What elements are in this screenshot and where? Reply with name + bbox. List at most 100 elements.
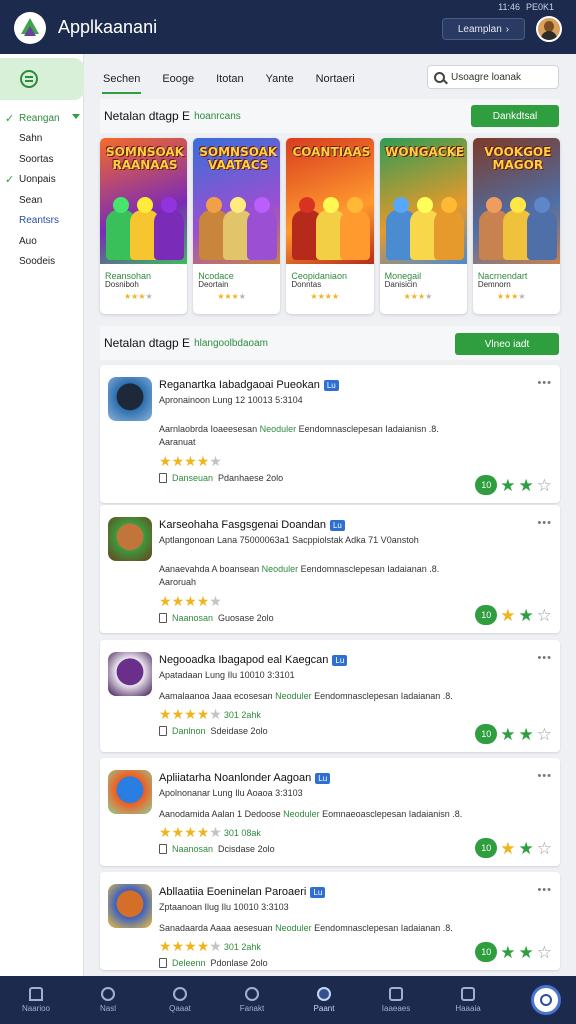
star-icon: ★ <box>425 292 433 301</box>
game-card[interactable]: COANTIAAS Ceopidaniaon Donntas ★★★★ <box>286 138 374 314</box>
tab-3[interactable]: Itotan <box>205 60 255 98</box>
install-button[interactable]: 10 <box>475 942 498 962</box>
favorite-star-icon[interactable]: ★ <box>519 944 534 961</box>
game-card[interactable]: SOMNSOAK RAANAAS Reansohan Dosniboh ★★★★ <box>100 138 188 314</box>
nav-item-7[interactable]: Haaaia <box>432 976 504 1024</box>
favorite-star-icon[interactable]: ☆ <box>537 840 552 857</box>
nav-item-6[interactable]: Iaaeaes <box>360 976 432 1024</box>
favorite-star-icon[interactable]: ★ <box>500 840 515 857</box>
search-icon <box>540 994 552 1006</box>
favorite-star-icon[interactable]: ☆ <box>537 944 552 961</box>
game-card[interactable]: SOMNSOAK VAATACS Ncodace Deortain ★★★★ <box>193 138 281 314</box>
search-icon <box>434 71 445 83</box>
app-list-item[interactable]: Abllaatiia Eoeninelan Paroaeri Lu ••• Zptaa… <box>100 872 560 970</box>
app-list-item[interactable]: Negooadka Ibagapod eal Kaegcan Lu ••• Apata… <box>100 640 560 752</box>
app-list-item[interactable]: Apliiatarha Noanlonder Aagoan Lu ••• Apolno… <box>100 758 560 866</box>
favorite-star-icon[interactable]: ★ <box>500 607 515 624</box>
favorite-star-icon[interactable]: ★ <box>500 477 515 494</box>
star-icon: ★ <box>159 938 172 954</box>
app-actions: 10 ★ ★ ☆ <box>475 724 552 744</box>
more-options-icon[interactable]: ••• <box>537 652 552 664</box>
nav-item-5[interactable]: Paant <box>288 976 360 1024</box>
star-icon: ★ <box>209 938 222 954</box>
game-character <box>247 210 278 260</box>
nav-item-3[interactable]: Qaaat <box>144 976 216 1024</box>
search-fab[interactable] <box>531 985 561 1015</box>
favorite-star-icon[interactable]: ☆ <box>537 607 552 624</box>
status-time: 11:46 <box>498 2 520 12</box>
sidebar-item-3[interactable]: Soortas <box>0 149 84 170</box>
app-list-item[interactable]: Karseohaha Fasgsgenai Doandan Lu ••• Aptlan… <box>100 505 560 633</box>
app-name-text: Abllaatiia Eoeninelan Paroaeri <box>159 886 307 898</box>
nav-item-4[interactable]: Fanakt <box>216 976 288 1024</box>
search-input[interactable] <box>451 71 551 83</box>
tab-4[interactable]: Yante <box>255 60 305 98</box>
search-box <box>427 65 559 89</box>
more-options-icon[interactable]: ••• <box>537 377 552 389</box>
install-button[interactable]: 10 <box>475 605 498 625</box>
favorite-star-icon[interactable]: ☆ <box>537 726 552 743</box>
sidebar-item-8[interactable]: Soodeis <box>0 252 84 273</box>
favorite-star-icon[interactable]: ★ <box>500 726 515 743</box>
sidebar-item-2[interactable]: Sahn <box>0 129 84 150</box>
avatar[interactable] <box>536 16 562 42</box>
favorite-star-icon[interactable]: ★ <box>519 607 534 624</box>
tab-1[interactable]: Sechen <box>92 60 151 98</box>
game-subtitle: Demnorn <box>477 280 511 289</box>
nav-item-2[interactable]: Nasl <box>72 976 144 1024</box>
sidebar-item-1[interactable]: ✓ Reangan <box>0 108 84 129</box>
home-icon <box>29 987 43 1001</box>
game-cover-image: VOOKGOE MAGOR <box>472 138 561 264</box>
game-subtitle: Dosniboh <box>105 280 139 289</box>
sidebar: ✓ Reangan Sahn Soortas ✓ Uonpais Sean Rean… <box>0 54 84 976</box>
install-button[interactable]: 10 <box>475 475 498 495</box>
nav-item-1[interactable]: Naarioo <box>0 976 72 1024</box>
sidebar-item-6[interactable]: Reantsrs <box>0 211 84 232</box>
app-description-text: Aanodamida Aalan 1 Dedoose <box>159 809 281 819</box>
more-options-icon[interactable]: ••• <box>537 770 552 782</box>
app-icon <box>108 884 152 928</box>
app-name-text: Apliiatarha Noanlonder Aagoan <box>159 772 312 784</box>
app-description: Aanodamida Aalan 1 Dedoose Neoduler Eomn… <box>159 808 509 821</box>
nav-label: Nasl <box>99 1004 116 1013</box>
app-list-item[interactable]: Reganartka Iabadgaoai Pueokan Lu ••• Aprona… <box>100 365 560 503</box>
tab-5[interactable]: Nortaeri <box>305 60 366 98</box>
developer-info: Guosase 2olo <box>218 613 274 623</box>
more-options-icon[interactable]: ••• <box>537 517 552 529</box>
favorite-star-icon[interactable]: ★ <box>519 840 534 857</box>
game-character <box>433 210 464 260</box>
account-button[interactable]: Leamplan › <box>442 18 525 40</box>
app-title: Applkaanani <box>58 17 158 37</box>
star-icon: ★ <box>159 593 172 609</box>
app-logo-icon[interactable] <box>14 12 46 44</box>
sidebar-list: ✓ Reangan Sahn Soortas ✓ Uonpais Sean Rean… <box>0 108 84 272</box>
app-badge: Lu <box>329 519 345 531</box>
bookmark-icon <box>245 987 259 1001</box>
install-button[interactable]: 10 <box>475 724 498 744</box>
game-character <box>154 210 184 260</box>
chevron-down-icon: › <box>505 23 510 35</box>
game-character <box>340 210 371 260</box>
sidebar-item-7[interactable]: Auo <box>0 231 84 252</box>
game-card[interactable]: WONGACKE Monegail Danisicin ★★★★ <box>379 138 467 314</box>
favorite-star-icon[interactable]: ★ <box>500 944 515 961</box>
menu-button[interactable] <box>0 58 84 100</box>
featured-action-button[interactable]: Dankdtsal <box>471 105 559 127</box>
install-button[interactable]: 10 <box>475 838 498 858</box>
document-icon <box>159 473 167 483</box>
star-icon: ★ <box>224 292 232 301</box>
nav-label: Paant <box>313 1004 335 1013</box>
favorite-star-icon[interactable]: ★ <box>519 726 534 743</box>
app-name-text: Reganartka Iabadgaoai Pueokan <box>159 379 320 391</box>
game-cover-title: COANTIAAS <box>292 145 371 159</box>
game-card[interactable]: VOOKGOE MAGOR Nacrnendart Demnorn ★★★★ <box>472 138 561 314</box>
app-description-text: Aarnlaobrda Ioaeesesan <box>159 424 258 434</box>
app-name: Apliiatarha Noanlonder Aagoan Lu <box>159 772 331 784</box>
tab-2[interactable]: Eooge <box>151 60 205 98</box>
favorite-star-icon[interactable]: ☆ <box>537 477 552 494</box>
sidebar-item-4[interactable]: ✓ Uonpais <box>0 170 84 191</box>
view-all-button[interactable]: Vlneo iadt <box>455 333 559 355</box>
more-options-icon[interactable]: ••• <box>537 884 552 896</box>
favorite-star-icon[interactable]: ★ <box>519 477 534 494</box>
sidebar-item-5[interactable]: Sean <box>0 190 84 211</box>
